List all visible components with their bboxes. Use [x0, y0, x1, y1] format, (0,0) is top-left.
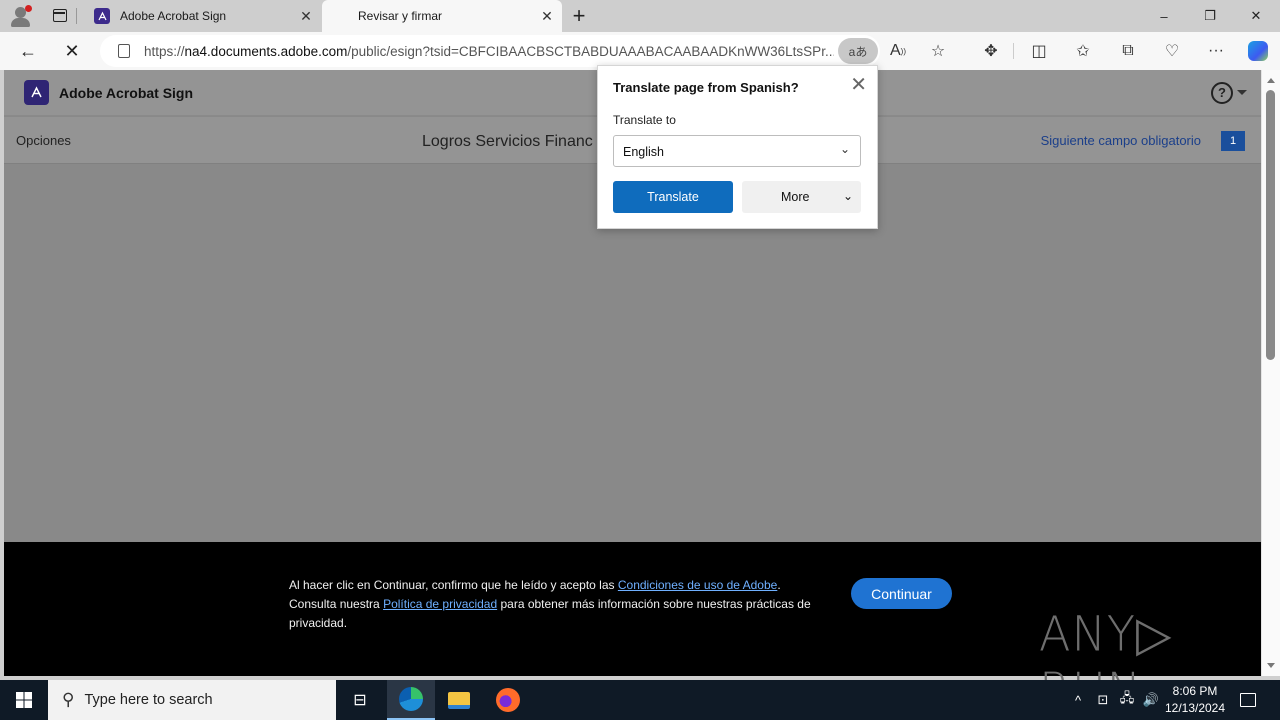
browser-tab-bar: Adobe Acrobat Sign ✕ Revisar y firmar ✕ …	[0, 0, 1280, 32]
task-view-icon: ⊟	[353, 692, 367, 709]
consent-line1: Al hacer clic en Continuar, confirmo que…	[289, 578, 618, 592]
translate-popup: Translate page from Spanish? ✕ Translate…	[597, 65, 878, 229]
acrobat-favicon-icon	[94, 8, 110, 24]
taskbar-edge[interactable]	[387, 680, 435, 720]
network-icon[interactable]: 🖧	[1116, 680, 1138, 720]
profile-avatar-icon[interactable]	[10, 5, 32, 27]
chevron-down-icon: ⌄	[842, 189, 853, 203]
options-menu[interactable]: Opciones	[16, 133, 71, 148]
acrobat-logo-icon	[24, 80, 49, 105]
tab-title: Adobe Acrobat Sign	[120, 9, 227, 23]
close-window-button[interactable]: ✕	[1233, 0, 1279, 32]
start-button[interactable]	[0, 680, 48, 720]
volume-icon[interactable]: 🔊	[1140, 680, 1162, 720]
continue-button[interactable]: Continuar	[851, 578, 952, 609]
clock-date: 12/13/2024	[1164, 701, 1226, 715]
help-dropdown-caret-icon[interactable]	[1237, 90, 1247, 95]
favorites-icon[interactable]: ✩	[1067, 36, 1099, 66]
toolbar-divider	[1013, 43, 1014, 59]
taskbar-firefox[interactable]	[484, 680, 532, 720]
scroll-down-arrow-icon[interactable]	[1267, 663, 1275, 668]
scrollbar-thumb[interactable]	[1266, 90, 1275, 360]
brand-name: Adobe Acrobat Sign	[59, 85, 194, 101]
translate-to-label: Translate to	[613, 113, 676, 127]
required-field-count-badge[interactable]: 1	[1221, 131, 1245, 151]
stop-icon: ✕	[64, 40, 80, 61]
url-host: na4.documents.adobe.com	[184, 43, 348, 59]
url-path: /public/esign?tsid=CBFCIBAACBSCTBABDUAAA…	[347, 43, 834, 59]
consent-line2-prefix: Consulta nuestra	[289, 597, 384, 611]
meet-now-icon[interactable]: ⊡	[1092, 680, 1114, 720]
collections-icon[interactable]: ⧉	[1112, 36, 1144, 66]
more-options-icon[interactable]: ···	[1200, 36, 1232, 66]
search-placeholder: Type here to search	[84, 692, 213, 708]
consent-banner: Al hacer clic en Continuar, confirmo que…	[4, 542, 1261, 719]
translate-button[interactable]: Translate	[613, 181, 733, 213]
taskbar-search-box[interactable]: ⚲ Type here to search	[48, 680, 336, 720]
privacy-policy-link[interactable]: Política de privacidad	[383, 597, 497, 611]
play-logo-icon: ▷	[1135, 605, 1173, 662]
tab-adobe-acrobat-sign[interactable]: Adobe Acrobat Sign ✕	[84, 0, 321, 32]
more-button-label: More	[781, 190, 810, 204]
tab-divider	[76, 8, 77, 24]
close-popup-icon[interactable]: ✕	[850, 72, 867, 97]
copilot-icon[interactable]	[1242, 36, 1274, 66]
chevron-down-icon: ⌄	[839, 142, 850, 156]
stop-loading-button[interactable]: ✕	[56, 36, 88, 66]
url-text[interactable]: https://na4.documents.adobe.com/public/e…	[144, 44, 834, 59]
windows-taskbar: ⚲ Type here to search ⊟ ^ ⊡ 🖧 🔊 8:06 PM …	[0, 680, 1280, 720]
watermark-left: ANY	[1039, 605, 1136, 662]
notification-icon	[1240, 693, 1256, 707]
folder-icon	[448, 691, 470, 709]
tab-actions-icon[interactable]	[53, 9, 67, 22]
windows-logo-icon	[16, 692, 32, 708]
more-button[interactable]: More ⌄	[742, 181, 861, 213]
help-icon[interactable]: ?	[1211, 82, 1233, 104]
selected-language: English	[623, 145, 664, 159]
url-scheme: https://	[144, 43, 185, 59]
read-aloud-icon[interactable]: A))	[882, 36, 914, 66]
search-icon: ⚲	[62, 690, 75, 709]
firefox-icon	[496, 688, 520, 712]
split-screen-icon[interactable]: ◫	[1023, 36, 1055, 66]
target-language-select[interactable]: English ⌄	[613, 135, 861, 167]
tab-revisar-y-firmar[interactable]: Revisar y firmar ✕	[322, 0, 562, 32]
restore-button[interactable]: ❐	[1187, 0, 1233, 32]
edge-icon	[399, 687, 423, 711]
translate-popup-title: Translate page from Spanish?	[613, 80, 799, 95]
address-bar[interactable]: https://na4.documents.adobe.com/public/e…	[100, 35, 880, 67]
scroll-up-arrow-icon[interactable]	[1267, 78, 1275, 83]
next-required-field-link[interactable]: Siguiente campo obligatorio	[1041, 133, 1201, 148]
browser-essentials-icon[interactable]: ♡	[1156, 36, 1188, 66]
task-view-button[interactable]: ⊟	[336, 680, 384, 720]
taskbar-file-explorer[interactable]	[435, 680, 483, 720]
favorite-star-icon[interactable]: ☆	[922, 36, 954, 66]
back-button[interactable]: ←	[12, 36, 44, 66]
back-arrow-icon: ←	[19, 40, 37, 61]
show-hidden-icons-button[interactable]: ^	[1068, 680, 1088, 720]
document-title: Logros Servicios Financ	[422, 133, 593, 150]
terms-of-use-link[interactable]: Condiciones de uso de Adobe	[618, 578, 777, 592]
consent-text: Al hacer clic en Continuar, confirmo que…	[289, 576, 819, 633]
lock-icon	[118, 44, 130, 58]
minimize-button[interactable]: –	[1141, 0, 1187, 32]
consent-period: .	[777, 578, 781, 592]
system-clock[interactable]: 8:06 PM 12/13/2024	[1162, 683, 1228, 717]
translate-page-icon[interactable]: aあ	[838, 38, 878, 64]
extensions-icon[interactable]: ✥	[975, 36, 1007, 66]
page-scrollbar[interactable]	[1261, 70, 1280, 676]
tab-title: Revisar y firmar	[358, 9, 443, 23]
clock-time: 8:06 PM	[1172, 684, 1218, 698]
action-center-button[interactable]	[1236, 680, 1260, 720]
close-tab-icon[interactable]: ✕	[295, 8, 317, 25]
new-tab-button[interactable]: +	[566, 3, 592, 29]
close-tab-icon[interactable]: ✕	[536, 8, 558, 25]
